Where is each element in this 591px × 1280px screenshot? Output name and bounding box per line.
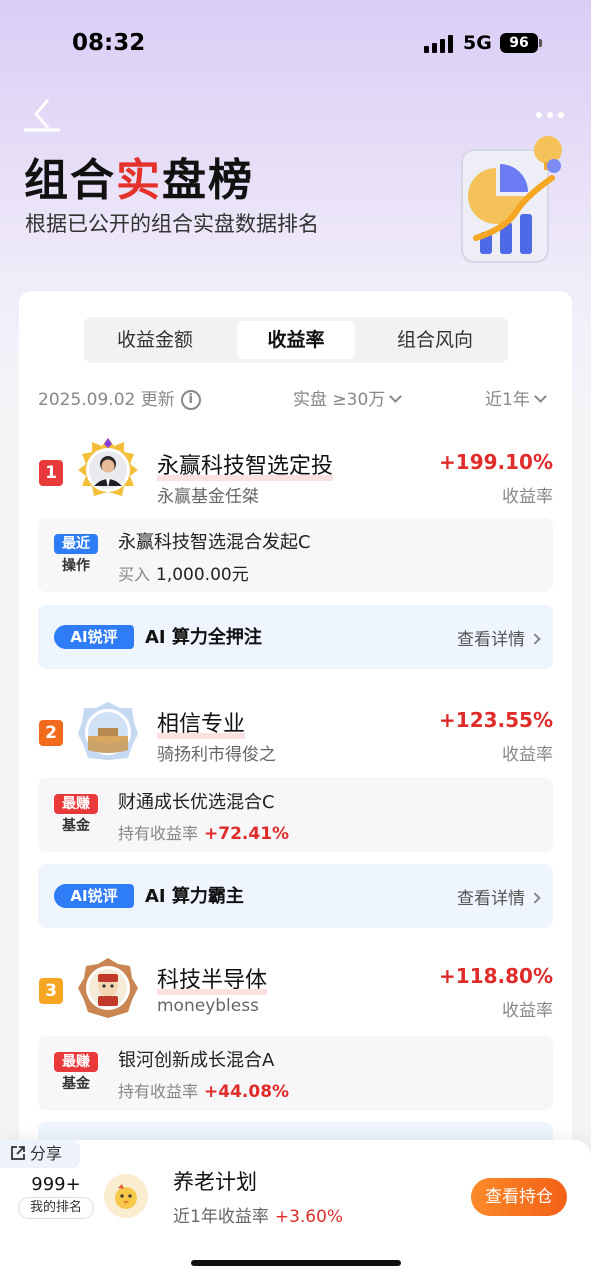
chevron-right-icon <box>529 633 541 645</box>
back-button[interactable] <box>24 96 60 132</box>
portfolio-author: moneybless <box>157 996 259 1016</box>
operation-detail: 持有收益率 +44.08% <box>118 1082 290 1102</box>
fund-name: 银河创新成长混合A <box>118 1050 275 1071</box>
back-arrow-icon <box>24 99 60 132</box>
more-button[interactable] <box>530 106 570 126</box>
period-filter[interactable]: 近1年 <box>485 386 547 414</box>
my-rank-label: 我的排名 <box>18 1197 94 1219</box>
rank-badge: 3 <box>39 978 63 1004</box>
portfolio-author: 骑扬利市得俊之 <box>157 745 276 765</box>
rank-badge: 1 <box>39 460 63 486</box>
operation-detail: 买入 1,000.00元 <box>118 565 249 585</box>
chevron-down-icon <box>389 390 403 403</box>
return-rate-label: 收益率 <box>502 487 553 507</box>
network-type: 5G <box>463 32 492 54</box>
my-rank-value: 999+ <box>31 1174 81 1195</box>
chevron-down-icon <box>533 390 547 403</box>
home-indicator <box>191 1260 401 1266</box>
tab-portfolio-trend[interactable]: 组合风向 <box>376 321 494 359</box>
scope-filter[interactable]: 实盘 ≥30万 <box>293 386 403 414</box>
top-earning-fund-card[interactable]: 最赚 基金 财通成长优选混合C 持有收益率 +72.41% <box>38 778 553 852</box>
ai-review-card[interactable]: AI锐评 AI 算力霸主 查看详情 <box>38 864 553 928</box>
avatar <box>76 436 140 500</box>
my-avatar[interactable] <box>104 1174 148 1218</box>
portfolio-author: 永赢基金任桀 <box>157 487 259 507</box>
status-bar: 08:32 5G 96 <box>0 0 591 88</box>
avatar <box>76 700 140 764</box>
portfolio-name[interactable]: 科技半导体 <box>157 962 268 995</box>
return-rate: +199.10% <box>439 450 553 474</box>
ranking-tabs: 收益金额 收益率 组合风向 <box>84 317 508 363</box>
rank-badge: 2 <box>39 720 63 746</box>
tab-income-amount[interactable]: 收益金额 <box>96 321 214 359</box>
view-details-link[interactable]: 查看详情 <box>457 625 541 650</box>
update-info[interactable]: 2025.09.02 更新 i <box>38 386 201 414</box>
share-button[interactable]: 分享 <box>0 1140 80 1168</box>
page-title: 组合实盘榜 <box>24 155 254 206</box>
battery-icon: 96 <box>500 33 538 53</box>
signal-icon <box>424 35 454 53</box>
fund-name: 财通成长优选混合C <box>118 792 275 813</box>
recent-operation-card[interactable]: 最近 操作 永赢科技智选混合发起C 买入 1,000.00元 <box>38 518 553 592</box>
ai-review-text: AI 算力霸主 <box>145 886 244 907</box>
operation-badge: 最近 操作 <box>54 534 98 576</box>
avatar <box>76 956 140 1020</box>
portfolio-name[interactable]: 相信专业 <box>157 706 246 739</box>
my-portfolio-return: 近1年收益率 +3.60% <box>173 1207 344 1227</box>
return-rate: +123.55% <box>439 708 553 732</box>
operation-badge: 最赚 基金 <box>54 794 98 836</box>
view-details-link[interactable]: 查看详情 <box>457 884 541 909</box>
view-holdings-button[interactable]: 查看持仓 <box>471 1178 567 1216</box>
filter-row: 2025.09.02 更新 i 实盘 ≥30万 近1年 <box>38 386 558 414</box>
return-rate-label: 收益率 <box>502 745 553 765</box>
battery-cap <box>539 39 542 47</box>
ai-review-tag: AI锐评 <box>54 884 134 908</box>
ai-review-card[interactable]: AI锐评 AI 算力全押注 查看详情 <box>38 605 553 669</box>
my-portfolio-name[interactable]: 养老计划 <box>173 1166 257 1196</box>
tab-return-rate[interactable]: 收益率 <box>237 321 355 359</box>
top-earning-fund-card[interactable]: 最赚 基金 银河创新成长混合A 持有收益率 +44.08% <box>38 1036 553 1110</box>
page-subtitle: 根据已公开的组合实盘数据排名 <box>25 212 319 236</box>
return-rate: +118.80% <box>439 964 553 988</box>
ai-review-text: AI 算力全押注 <box>145 627 262 648</box>
info-icon: i <box>180 390 201 410</box>
return-rate-label: 收益率 <box>502 1001 553 1021</box>
status-time: 08:32 <box>72 30 146 56</box>
chart-trophy-illustration <box>456 128 568 268</box>
portfolio-name[interactable]: 永赢科技智选定投 <box>157 448 334 481</box>
share-icon <box>11 1146 25 1160</box>
chevron-right-icon <box>529 892 541 904</box>
operation-detail: 持有收益率 +72.41% <box>118 824 290 844</box>
operation-badge: 最赚 基金 <box>54 1052 98 1094</box>
ai-review-tag: AI锐评 <box>54 625 134 649</box>
fund-name: 永赢科技智选混合发起C <box>118 532 311 553</box>
